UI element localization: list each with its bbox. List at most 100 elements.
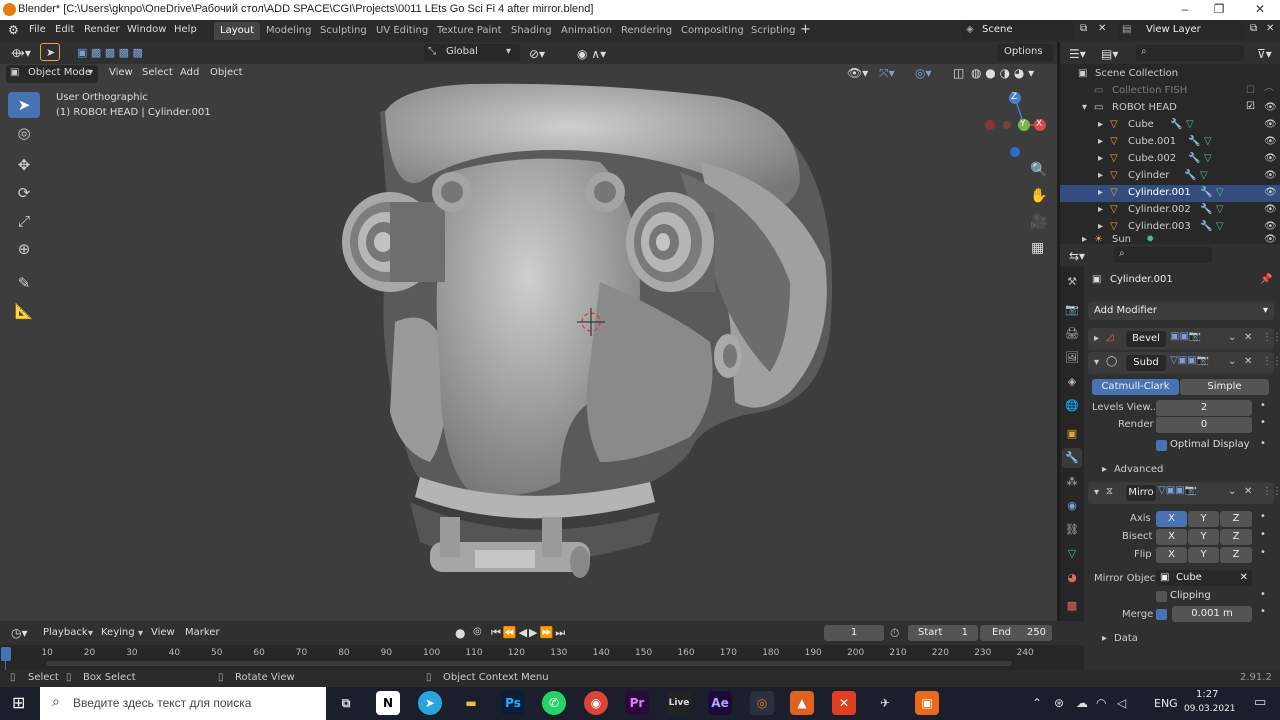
bisect-z-toggle[interactable]: Z: [1220, 529, 1252, 545]
keyframe-dot-icon[interactable]: •: [1260, 606, 1266, 617]
select-box-tool-icon[interactable]: ➤: [8, 92, 40, 118]
expand-arrow-icon[interactable]: ▾: [1094, 487, 1099, 498]
workspace-tab-compositing[interactable]: Compositing: [675, 22, 750, 40]
move-tool-icon[interactable]: ✥: [8, 152, 40, 178]
telegram-app-icon[interactable]: ➤: [418, 691, 442, 715]
blender-app-icon[interactable]: ◎: [750, 691, 774, 715]
outliner-row-selected[interactable]: ▸ ▽ Cylinder.001 🔧 ▽ 👁: [1060, 185, 1280, 202]
texture-tab-icon[interactable]: ▩: [1062, 596, 1082, 616]
drag-handle-icon[interactable]: ⋮⋮: [1262, 356, 1280, 367]
filter-icon[interactable]: ⊽▾: [1252, 45, 1277, 61]
visibility-icon[interactable]: 👁: [1264, 234, 1277, 244]
keyframe-dot-icon[interactable]: •: [1260, 511, 1266, 522]
pin-icon[interactable]: 📌: [1260, 274, 1272, 285]
chevron-down-icon[interactable]: ⌄: [1228, 486, 1236, 497]
editor-type-icon[interactable]: ⟴▾: [6, 44, 36, 60]
bevel-modifier-header[interactable]: ▸ ◿ Bevel ▣▣📷 ⌄ ✕ ⋮⋮: [1088, 328, 1280, 350]
remove-modifier-icon[interactable]: ✕: [1244, 356, 1252, 367]
volume-icon[interactable]: ◁: [1117, 696, 1126, 710]
drag-handle-icon[interactable]: ⋮⋮: [1262, 486, 1280, 497]
workspace-tab-scripting[interactable]: Scripting: [745, 22, 801, 40]
keyframe-dot-icon[interactable]: •: [1260, 547, 1266, 558]
scene-collection-row[interactable]: ▣ Scene Collection: [1060, 66, 1280, 83]
select-tool-icon[interactable]: ➤: [40, 43, 60, 61]
menu-edit[interactable]: Edit: [55, 24, 74, 35]
world-tab-icon[interactable]: 🌐: [1062, 396, 1082, 416]
timeline-menu-playback[interactable]: Playback: [38, 625, 93, 641]
language-indicator[interactable]: ENG: [1154, 697, 1178, 710]
axis-z-toggle[interactable]: Z: [1220, 511, 1252, 527]
gizmo-toggle-icon[interactable]: ⤧▾: [874, 64, 900, 80]
workspace-tab-layout[interactable]: Layout: [214, 22, 260, 40]
current-frame-field[interactable]: 1: [824, 625, 884, 641]
checkbox-icon[interactable]: ☐: [1246, 85, 1255, 96]
add-modifier-dropdown[interactable]: Add Modifier ▾: [1088, 302, 1274, 320]
clock-time[interactable]: 1:27: [1196, 689, 1218, 700]
transform-orientation-dropdown[interactable]: ⤡ Global ▾: [424, 44, 520, 62]
expand-arrow-icon[interactable]: ▸: [1094, 333, 1099, 344]
visibility-icon[interactable]: 👁: [1264, 119, 1277, 130]
workspace-tab-animation[interactable]: Animation: [555, 22, 618, 40]
keyframe-dot-icon[interactable]: •: [1260, 417, 1266, 428]
view-layer-selector[interactable]: ▤ View Layer: [1118, 22, 1244, 40]
3d-viewport[interactable]: Z Y X 🔍 ✋ 🎥 ▦ User Orthographic (1) ROBO…: [0, 42, 1057, 621]
simple-button[interactable]: Simple: [1180, 379, 1269, 395]
options-dropdown[interactable]: Options: [997, 44, 1053, 62]
outliner-row[interactable]: ▸ ▽ Cube.001 🔧 ▽ 👁: [1060, 134, 1280, 151]
workspace-tab-texture-paint[interactable]: Texture Paint: [431, 22, 508, 40]
expand-arrow-icon[interactable]: ▸: [1098, 204, 1103, 215]
menu-file[interactable]: File: [29, 24, 46, 35]
expand-arrow-icon[interactable]: ▸: [1098, 136, 1103, 147]
output-tab-icon[interactable]: 🖨: [1062, 324, 1082, 344]
show-hidden-icons[interactable]: ⌃: [1032, 696, 1042, 710]
minimize-button[interactable]: –: [1170, 2, 1200, 18]
workspace-tab-uv-editing[interactable]: UV Editing: [370, 22, 434, 40]
bevel-name-field[interactable]: Bevel: [1126, 331, 1166, 347]
visibility-icon[interactable]: 👁: [1264, 221, 1277, 232]
remove-modifier-icon[interactable]: ✕: [1244, 332, 1252, 343]
modifier-tab-icon[interactable]: 🔧: [1062, 448, 1082, 468]
visibility-icon[interactable]: 👁: [1264, 204, 1277, 215]
outliner-row[interactable]: ▸ ▽ Cylinder.002 🔧 ▽ 👁: [1060, 202, 1280, 219]
menu-help[interactable]: Help: [174, 24, 197, 35]
clock-date[interactable]: 09.03.2021: [1184, 704, 1236, 714]
cursor-tool-icon[interactable]: ◎: [8, 120, 40, 146]
timeline-menu-keying[interactable]: Keying: [96, 625, 140, 641]
selection-mode-icons[interactable]: ▣ ▩ ▩ ▩ ▩: [72, 44, 148, 60]
keyframe-dot-icon[interactable]: •: [1260, 529, 1266, 540]
location-icon[interactable]: ⊛: [1054, 696, 1064, 710]
outliner-search-input[interactable]: ⌕: [1136, 45, 1244, 61]
clear-field-icon[interactable]: ✕: [1240, 570, 1248, 586]
chrome-app-icon[interactable]: ◉: [584, 691, 608, 715]
visibility-icon[interactable]: 👁: [1264, 153, 1277, 164]
menu-window[interactable]: Window: [127, 24, 166, 35]
levels-viewport-field[interactable]: 2: [1156, 400, 1252, 416]
mirror-object-field[interactable]: ▣ Cube ✕: [1156, 570, 1252, 586]
flip-x-toggle[interactable]: X: [1156, 547, 1187, 563]
timeline-editor-icon[interactable]: ◷▾: [6, 624, 33, 640]
end-frame-field[interactable]: End 250: [980, 625, 1052, 641]
viewport-menu-add[interactable]: Add: [175, 65, 204, 81]
tool-tab-icon[interactable]: ⚒: [1062, 272, 1082, 292]
expand-arrow-icon[interactable]: ▾: [1082, 102, 1087, 113]
outliner-row[interactable]: ▸ ☀ Sun ✹ 👁: [1060, 234, 1280, 244]
shading-modes-icons[interactable]: ◍ ● ◑ ◕ ▾: [966, 64, 1039, 80]
annotate-tool-icon[interactable]: ✎: [8, 270, 40, 296]
toggle-ortho-grid-icon[interactable]: ▦: [1031, 240, 1044, 256]
measure-tool-icon[interactable]: 📐: [8, 298, 40, 324]
playhead[interactable]: [1, 647, 11, 661]
workspace-tab-rendering[interactable]: Rendering: [615, 22, 678, 40]
app-icon-red-x[interactable]: ✕: [832, 691, 856, 715]
visibility-icon[interactable]: 👁: [1264, 187, 1277, 198]
viewport-menu-select[interactable]: Select: [137, 65, 178, 81]
wifi-icon[interactable]: ◠: [1096, 696, 1106, 710]
properties-editor-icon[interactable]: ⇆▾: [1064, 247, 1090, 263]
pan-hand-icon[interactable]: ✋: [1030, 188, 1047, 204]
onedrive-icon[interactable]: ☁: [1076, 696, 1088, 710]
axis-x-toggle[interactable]: X: [1156, 511, 1187, 527]
expand-arrow-icon[interactable]: ▸: [1082, 234, 1087, 244]
taskbar-search-box[interactable]: ⌕ Введите здесь текст для поиска: [40, 687, 326, 720]
outliner-row[interactable]: ▾ ▭ ROBOt HEAD ☑ 👁: [1060, 100, 1280, 117]
app-icon-wrench[interactable]: ✈: [873, 691, 897, 715]
photoshop-app-icon[interactable]: Ps: [501, 691, 525, 715]
